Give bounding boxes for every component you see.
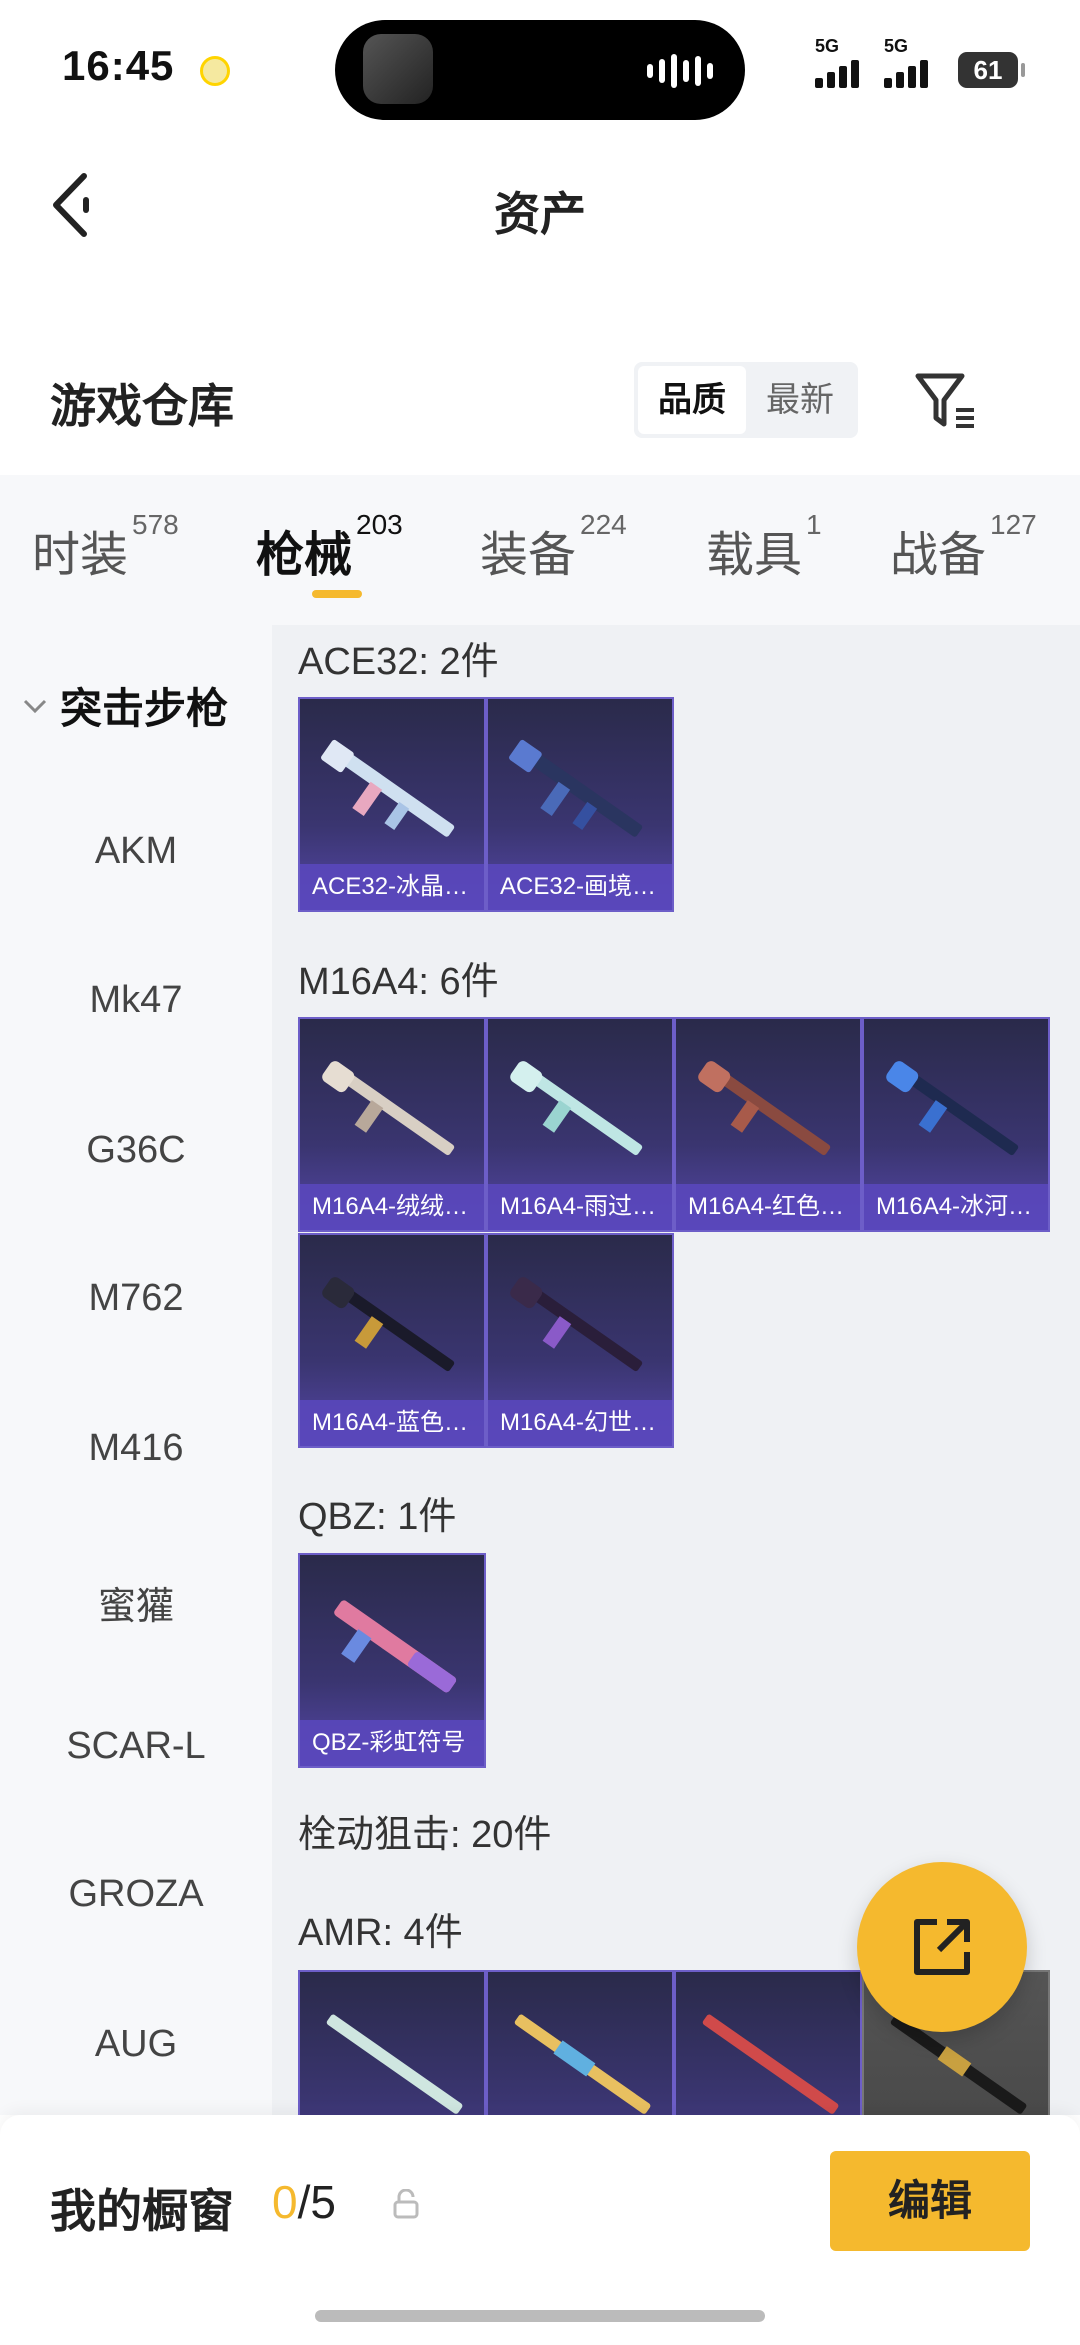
weapon-card[interactable]: M16A4-蓝色… (298, 1233, 486, 1448)
share-button[interactable] (857, 1862, 1027, 2032)
sidebar-item-honey-badger[interactable]: 蜜獾 (0, 1575, 272, 1630)
showcase-count: 0/5 (272, 2176, 336, 2228)
rifle-icon (698, 1061, 831, 1156)
sidebar-item-m416[interactable]: M416 (0, 1427, 272, 1470)
weapon-card[interactable] (674, 1970, 862, 2115)
group-label-m16a4: M16A4: 6件 (298, 961, 499, 1003)
tab-equipment[interactable]: 装备224 (480, 509, 627, 585)
warehouse-title: 游戏仓库 (50, 380, 234, 432)
cellular-signal-icon: 5G (815, 36, 859, 88)
showcase-bar: 我的橱窗 0/5 编辑 (0, 2115, 1080, 2345)
now-playing-artwork (363, 34, 433, 104)
music-app-icon (200, 56, 230, 86)
tab-supplies[interactable]: 战备127 (890, 509, 1037, 585)
rifle-icon (509, 739, 643, 837)
group-label-qbz: QBZ: 1件 (298, 1496, 457, 1538)
rifle-icon (886, 1061, 1019, 1156)
rifle-icon (510, 1061, 643, 1156)
filter-icon[interactable] (912, 366, 982, 436)
sort-option-quality[interactable]: 品质 (638, 366, 746, 434)
weapon-card[interactable]: ACE32-画境… (486, 697, 674, 912)
group-label-bolt-action: 栓动狙击: 20件 (298, 1814, 552, 1856)
lock-icon (393, 2189, 419, 2219)
rifle-icon (334, 1600, 457, 1693)
rifle-icon (321, 739, 455, 837)
weapon-card[interactable]: M16A4-幻世… (486, 1233, 674, 1448)
sidebar-item-mk47[interactable]: Mk47 (0, 979, 272, 1022)
home-indicator[interactable] (315, 2310, 765, 2322)
rifle-icon (702, 2014, 839, 2114)
rifle-icon (514, 2014, 651, 2114)
tab-firearms[interactable]: 枪械203 (256, 509, 403, 585)
weapon-card[interactable]: ACE32-冰晶… (298, 697, 486, 912)
sidebar-item-groza[interactable]: GROZA (0, 1873, 272, 1916)
edit-button[interactable]: 编辑 (830, 2151, 1030, 2251)
sidebar-item-scar-l[interactable]: SCAR-L (0, 1725, 272, 1768)
status-bar: 16:45 5G 5G 61 (0, 0, 1080, 130)
sidebar-item-m762[interactable]: M762 (0, 1277, 272, 1320)
audio-wave-icon (647, 54, 713, 88)
sidebar-group-assault-rifles[interactable]: 突击步枪 (22, 675, 228, 736)
sidebar-item-g36c[interactable]: G36C (0, 1129, 272, 1172)
weapon-card[interactable]: M16A4-绒绒… (298, 1017, 486, 1232)
rifle-icon (510, 1277, 643, 1372)
weapon-card[interactable] (486, 1970, 674, 2115)
category-tabs: 时装578 枪械203 装备224 载具1 战备127 (0, 475, 1080, 625)
group-label-ace32: ACE32: 2件 (298, 641, 499, 683)
dynamic-island[interactable] (335, 20, 745, 120)
chevron-down-icon (23, 699, 47, 713)
weapon-card[interactable]: M16A4-红色… (674, 1017, 862, 1232)
weapon-card[interactable]: QBZ-彩虹符号 (298, 1553, 486, 1768)
cellular-signal-icon-2: 5G (884, 36, 928, 88)
weapon-card[interactable] (298, 1970, 486, 2115)
active-tab-indicator (312, 590, 362, 598)
sidebar-item-akm[interactable]: AKM (0, 830, 272, 873)
weapon-card[interactable]: M16A4-雨过… (486, 1017, 674, 1232)
page-title: 资产 (494, 188, 586, 240)
rifle-icon (326, 2014, 463, 2114)
weapon-sidebar: 突击步枪 AKM Mk47 G36C M762 M416 蜜獾 SCAR-L G… (0, 625, 272, 2115)
tab-fashion[interactable]: 时装578 (32, 509, 179, 585)
sort-option-newest[interactable]: 最新 (746, 366, 854, 434)
group-label-amr: AMR: 4件 (298, 1912, 463, 1954)
rifle-icon (322, 1061, 455, 1156)
share-external-icon (914, 1919, 970, 1975)
showcase-label: 我的橱窗 (50, 2185, 234, 2237)
tab-vehicles[interactable]: 载具1 (706, 509, 822, 585)
sidebar-item-aug[interactable]: AUG (0, 2023, 272, 2066)
rifle-icon (322, 1277, 455, 1372)
clock: 16:45 (62, 42, 175, 89)
weapon-card[interactable]: M16A4-冰河… (862, 1017, 1050, 1232)
sort-toggle[interactable]: 品质 最新 (634, 362, 858, 438)
battery-icon: 61 (958, 52, 1025, 88)
